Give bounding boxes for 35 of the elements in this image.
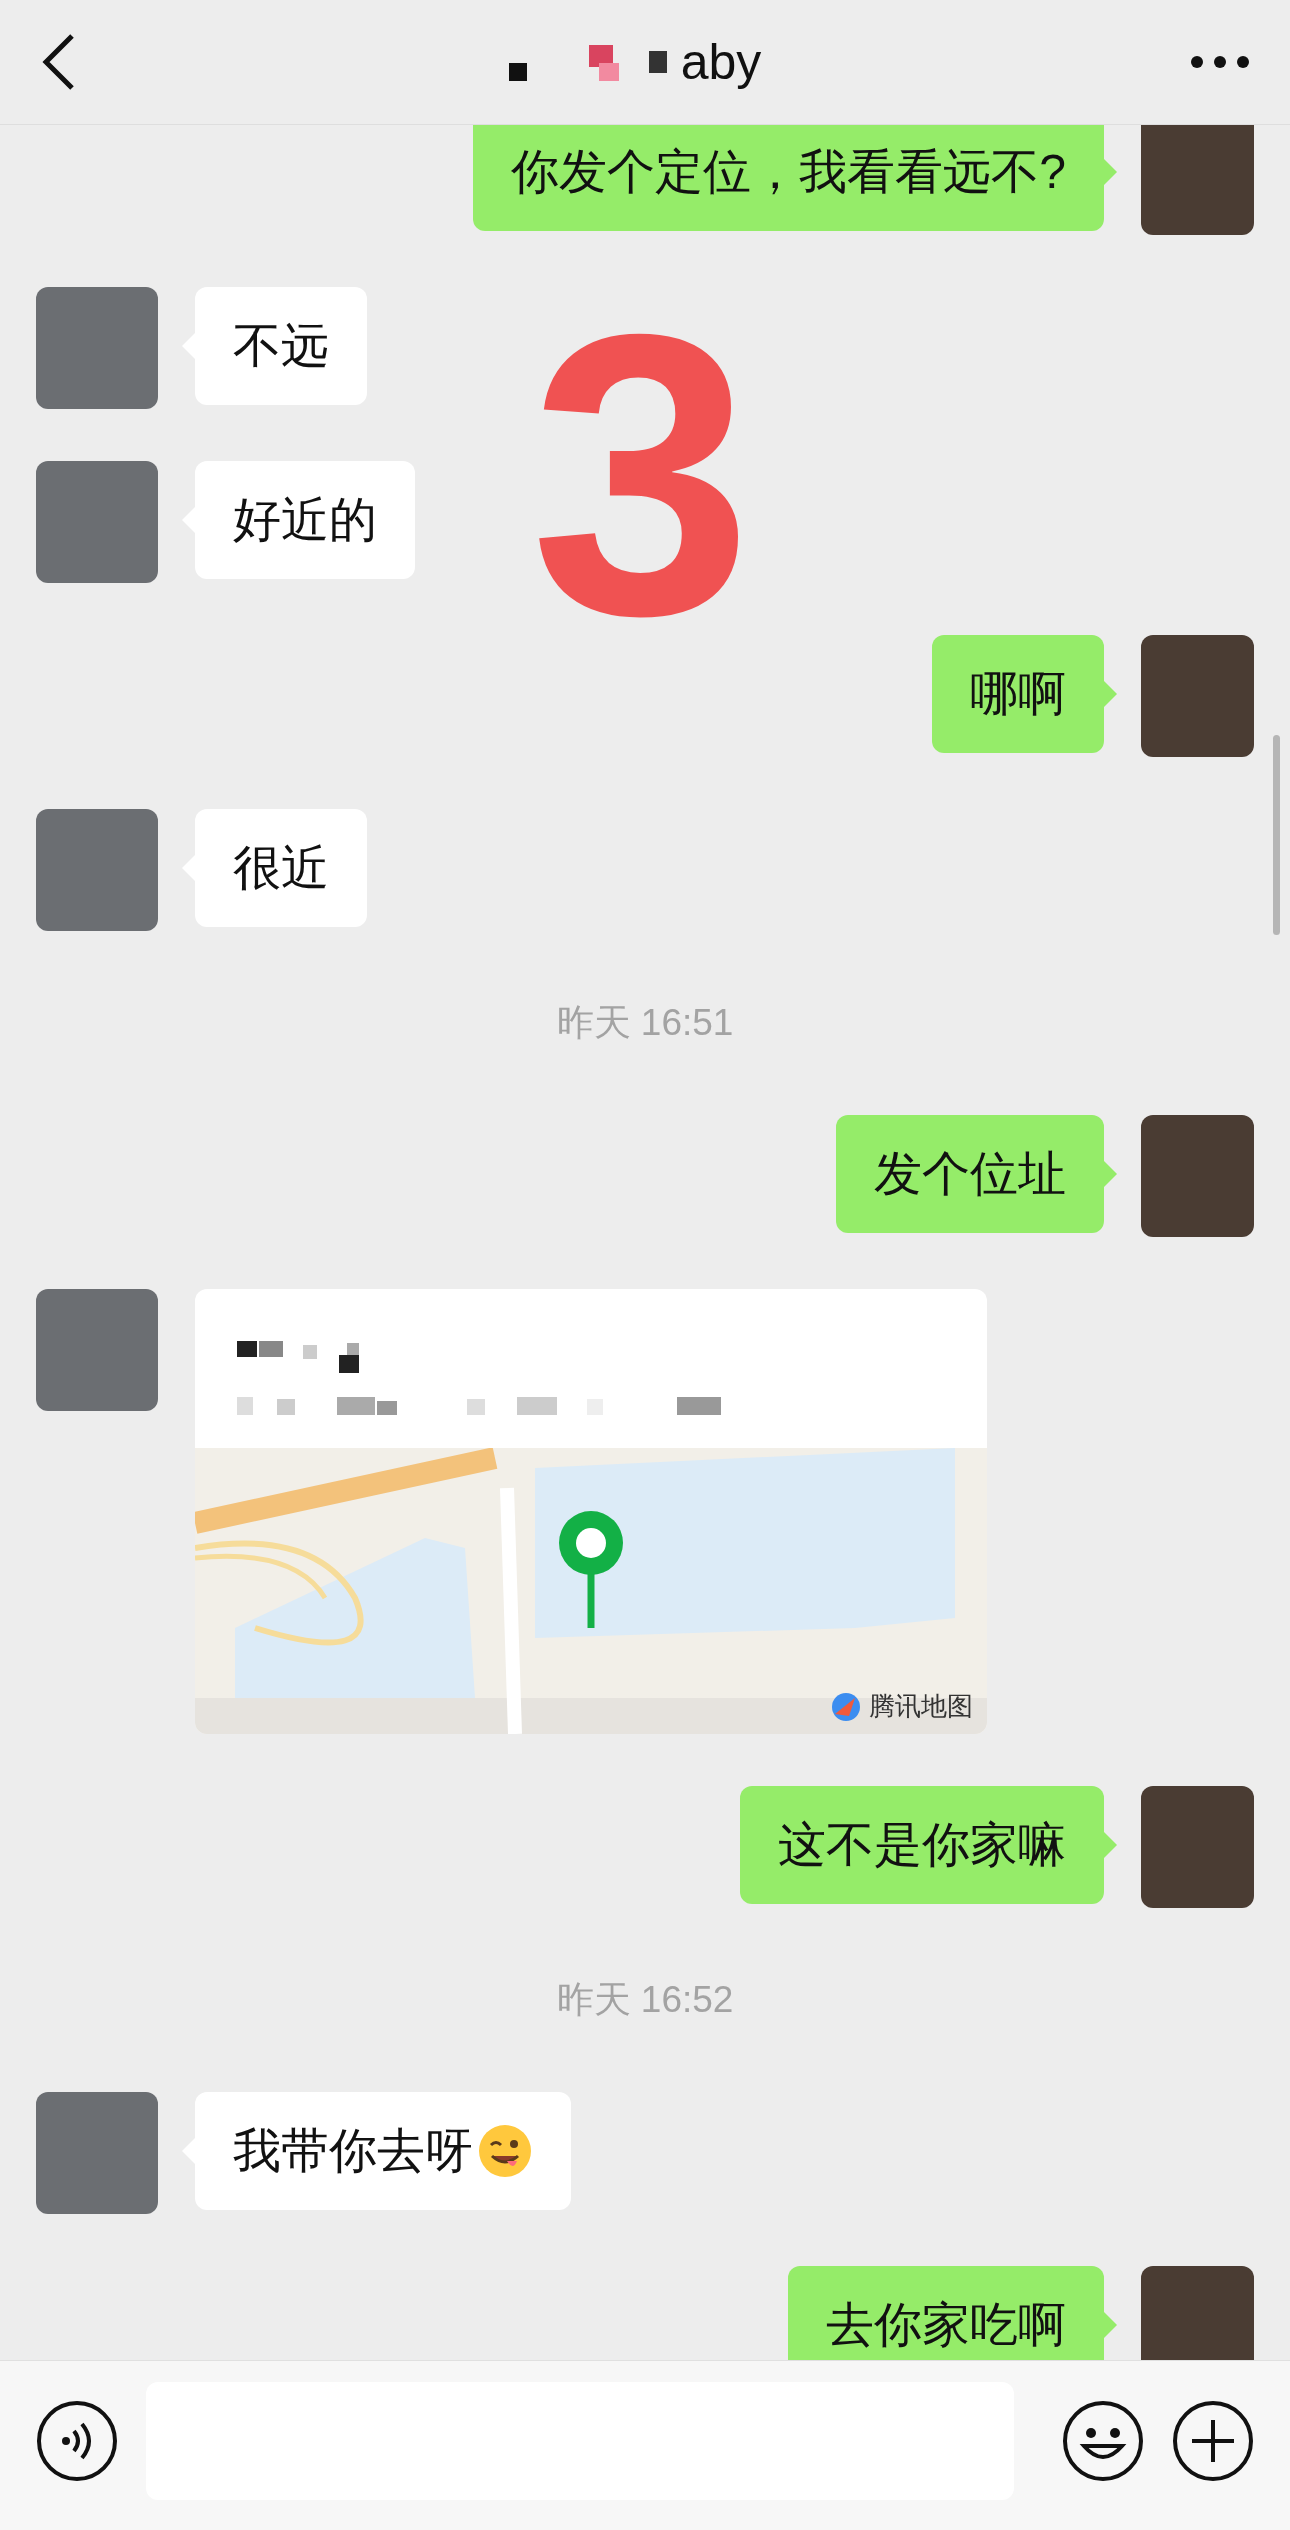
map-label: 腾讯地图 — [869, 1690, 973, 1723]
avatar-placeholder[interactable] — [1141, 2266, 1254, 2360]
avatar-placeholder[interactable] — [1141, 125, 1254, 235]
message-bubble: 好近的 — [195, 461, 415, 579]
overlay-number: 3 — [530, 275, 753, 675]
bubble-tail — [1104, 159, 1117, 185]
timestamp: 昨天 16:52 — [556, 1978, 734, 2023]
location-card[interactable]: 腾讯地图 — [195, 1289, 987, 1734]
avatar-placeholder[interactable] — [36, 2092, 158, 2214]
avatar-placeholder[interactable] — [36, 809, 158, 931]
chat-title: aby — [680, 32, 762, 92]
message-bubble: 不远 — [195, 287, 367, 405]
avatar-placeholder[interactable] — [1141, 635, 1254, 757]
bubble-tail — [1104, 1161, 1117, 1187]
map-logo-icon — [831, 1691, 861, 1722]
bubble-tail — [1104, 2312, 1117, 2338]
message-bubble: 发个位址 — [836, 1115, 1104, 1233]
message-bubble: 这不是你家嘛 — [740, 1786, 1104, 1904]
message-bubble: 去你家吃啊 — [788, 2266, 1104, 2360]
bubble-tail — [1104, 1832, 1117, 1858]
avatar-placeholder[interactable] — [1141, 1115, 1254, 1237]
message-bubble: 我带你去呀 — [195, 2092, 571, 2210]
voice-icon[interactable] — [36, 2399, 118, 2482]
message-bubble: 很近 — [195, 809, 367, 927]
timestamp: 昨天 16:51 — [556, 1001, 734, 1046]
bubble-tail — [1104, 681, 1117, 707]
plus-icon[interactable] — [1172, 2399, 1254, 2482]
avatar-placeholder[interactable] — [1141, 1786, 1254, 1908]
more-icon[interactable] — [1190, 55, 1250, 69]
avatar-placeholder[interactable] — [36, 1289, 158, 1411]
avatar-placeholder[interactable] — [36, 461, 158, 583]
message-bubble: 你发个定位，我看看远不? — [473, 125, 1104, 231]
message-bubble: 哪啊 — [932, 635, 1104, 753]
emoji-icon[interactable] — [1062, 2399, 1144, 2482]
avatar-placeholder[interactable] — [36, 287, 158, 409]
